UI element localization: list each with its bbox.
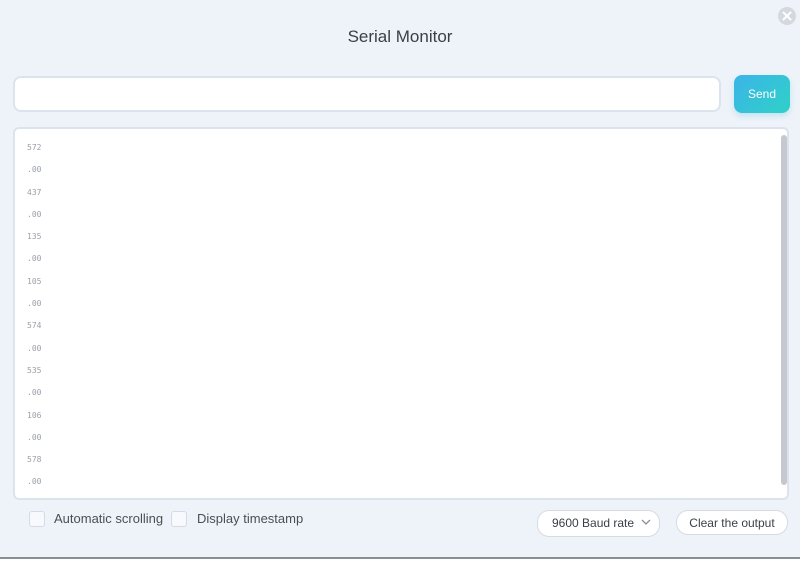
auto-scroll-checkbox[interactable]	[29, 511, 45, 527]
output-line: .00	[27, 254, 42, 264]
output-line: 106	[27, 410, 42, 420]
output-line: .00	[27, 343, 42, 353]
output-line: 572	[27, 143, 42, 152]
output-line: .00	[27, 299, 42, 309]
auto-scroll-label: Automatic scrolling	[54, 511, 164, 526]
output-line: 574	[27, 321, 42, 331]
dialog-title: Serial Monitor	[347, 27, 453, 46]
output-line: 578	[27, 455, 42, 465]
timestamp-label: Display timestamp	[197, 511, 304, 526]
send-input[interactable]	[13, 76, 721, 112]
baud-rate-select[interactable]: 9600 Baud rate	[537, 510, 660, 537]
output-line: .00	[27, 388, 42, 398]
bottom-divider	[0, 557, 800, 559]
clear-output-button[interactable]: Clear the output	[676, 510, 788, 535]
output-line: .00	[27, 209, 42, 219]
output-line: 535	[27, 494, 41, 498]
close-button[interactable]	[778, 7, 796, 25]
output-scrollbar[interactable]	[781, 135, 787, 485]
send-button[interactable]: Send	[734, 75, 790, 113]
output-line: .00	[27, 432, 42, 442]
serial-monitor-dialog: Serial Monitor Send 572 .00 437 .00 135 .00 10…	[0, 0, 800, 557]
close-icon	[782, 11, 792, 21]
output-line: 437	[27, 187, 42, 197]
timestamp-checkbox[interactable]	[171, 511, 187, 527]
baud-rate-value: 9600 Baud rate	[552, 516, 635, 530]
output-line: 535	[27, 365, 42, 375]
serial-output-area[interactable]: 572 .00 437 .00 135 .00 105 .00 574 .00 535 .00 106.…	[13, 127, 789, 500]
output-line: 105	[27, 276, 42, 286]
output-line: 135	[27, 232, 42, 242]
output-lines: 572 .00 437 .00 135 .00 105 .00 574 .00 535 .00 106.…	[27, 137, 42, 498]
output-line: .00	[27, 165, 42, 175]
output-line: .00	[27, 477, 42, 487]
chevron-down-icon	[641, 519, 651, 525]
